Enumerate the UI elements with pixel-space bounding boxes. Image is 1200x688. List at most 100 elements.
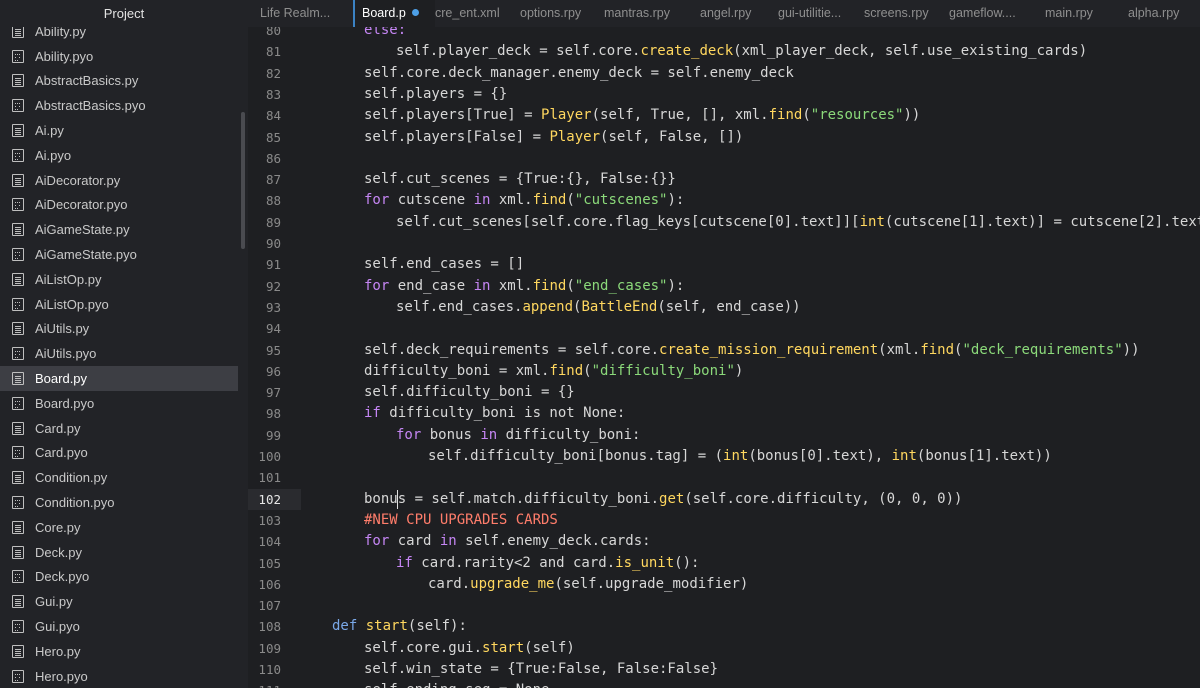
line-number-gutter: 80 81 82 83 84 85 86 87 88 89 90 91 92 93 94 95 96 97 98 99… <box>248 27 302 688</box>
file-item[interactable]: AiDecorator.py <box>0 168 238 193</box>
file-name: AbstractBasics.pyo <box>35 98 146 114</box>
editor-tab[interactable]: main.rpy <box>1045 0 1101 27</box>
file-item[interactable]: Ai.pyo <box>0 143 238 168</box>
binary-file-icon <box>12 669 24 683</box>
binary-file-icon <box>12 396 24 410</box>
file-name: AiGameState.py <box>35 222 130 238</box>
file-name: Gui.pyo <box>35 619 80 635</box>
file-item[interactable]: AiGameState.pyo <box>0 242 238 267</box>
file-item[interactable]: Ai.py <box>0 118 238 143</box>
code-line: self.ending_seq = None <box>364 680 549 688</box>
line-number: 102 <box>258 491 281 507</box>
binary-file-icon <box>12 198 24 212</box>
code-token: (cutscene[1].text)] = cutscene[2].text <box>884 213 1200 230</box>
code-token: find <box>549 362 584 379</box>
file-item[interactable]: AiGameState.py <box>0 217 238 242</box>
file-item[interactable]: Hero.py <box>0 639 238 664</box>
code-token: get <box>659 490 685 507</box>
editor-tab[interactable]: screens.rpy <box>864 0 930 27</box>
line-number: 99 <box>265 427 281 443</box>
text-file-icon <box>12 74 24 88</box>
editor-tab[interactable]: Board.p <box>353 0 435 27</box>
code-token: append <box>522 298 574 315</box>
file-item[interactable]: AiListOp.pyo <box>0 292 238 317</box>
editor-tab[interactable]: options.rpy <box>520 0 588 27</box>
code-token: (self, False, []) <box>600 128 744 145</box>
text-file-icon <box>12 595 24 609</box>
line-number: 98 <box>265 406 281 422</box>
editor-tab[interactable]: cre_ent.xml <box>435 0 505 27</box>
code-line: for end_case in xml.find("end_cases"): <box>364 276 684 297</box>
file-item[interactable]: Hero.pyo <box>0 664 238 688</box>
code-token: ): <box>667 277 685 294</box>
code-line: self.end_cases.append(BattleEnd(self, en… <box>396 297 801 318</box>
binary-file-icon <box>12 248 24 262</box>
line-number: 96 <box>265 363 281 379</box>
binary-file-icon <box>12 570 24 584</box>
code-token: start <box>482 639 525 656</box>
code-token: self.cut_scenes = {True:{}, False:{}} <box>364 171 676 188</box>
file-name: Deck.py <box>35 544 82 560</box>
file-item[interactable]: AiDecorator.pyo <box>0 193 238 218</box>
editor-tab[interactable]: gui-utilitie... <box>778 0 850 27</box>
code-token: upgrade_me <box>470 575 555 592</box>
file-item[interactable]: Condition.pyo <box>0 490 238 515</box>
file-item[interactable]: AiUtils.pyo <box>0 341 238 366</box>
file-item[interactable]: Condition.py <box>0 465 238 490</box>
code-token: int <box>723 448 749 464</box>
code-token: difficulty_boni = xml. <box>364 362 550 379</box>
file-item[interactable]: Gui.py <box>0 589 238 614</box>
file-item[interactable]: Gui.pyo <box>0 614 238 639</box>
line-number: 108 <box>258 619 281 635</box>
file-name: Card.py <box>35 420 81 436</box>
editor-tab[interactable]: Life Realm... <box>260 0 332 27</box>
line-number: 111 <box>248 680 281 688</box>
code-token: int <box>859 213 885 230</box>
file-item[interactable]: Board.pyo <box>0 391 238 416</box>
code-token: for <box>364 533 390 550</box>
editor-tab[interactable]: angel.rpy <box>700 0 756 27</box>
code-token: xml. <box>490 192 533 209</box>
file-item[interactable]: AiListOp.py <box>0 267 238 292</box>
code-token: xml. <box>490 277 533 294</box>
code-token: self.players[True] = <box>364 107 542 124</box>
file-item[interactable]: Card.pyo <box>0 441 238 466</box>
file-name: Condition.pyo <box>35 495 115 511</box>
code-token: def <box>332 618 358 635</box>
tab-label: gui-utilitie... <box>778 6 842 20</box>
code-token: start <box>365 618 408 635</box>
line-number: 97 <box>265 385 281 401</box>
file-item[interactable]: Card.py <box>0 416 238 441</box>
editor-tab[interactable]: mantras.rpy <box>604 0 676 27</box>
code-editor[interactable]: 80 81 82 83 84 85 86 87 88 89 90 91 92 93 94 95 96 97 98 99… <box>248 27 1200 688</box>
file-item[interactable]: Deck.pyo <box>0 565 238 590</box>
code-line: self.players = {} <box>364 84 507 105</box>
sidebar-scrollbar[interactable] <box>241 112 245 249</box>
editor-tab[interactable]: alpha.rpy <box>1128 0 1188 27</box>
code-line: self.end_cases = [] <box>364 254 524 275</box>
code-token: create_deck <box>640 43 734 60</box>
file-item[interactable]: Ability.pyo <box>0 44 238 69</box>
file-item[interactable]: AbstractBasics.py <box>0 69 238 94</box>
code-token: (bonus[0].text), <box>748 448 892 464</box>
line-number: 101 <box>258 470 281 486</box>
file-item[interactable]: Core.py <box>0 515 238 540</box>
code-token: (self, True, [], xml. <box>591 107 769 124</box>
file-item[interactable]: AbstractBasics.pyo <box>0 93 238 118</box>
line-number: 82 <box>265 65 281 81</box>
file-item[interactable]: AiUtils.py <box>0 317 238 342</box>
code-line: for cutscene in xml.find("cutscenes"): <box>364 190 684 211</box>
editor-tab[interactable]: gameflow.... <box>949 0 1019 27</box>
file-item[interactable]: Deck.py <box>0 540 238 565</box>
code-token: find <box>920 341 955 358</box>
code-line: self.players[False] = Player(self, False… <box>364 127 743 148</box>
file-item[interactable]: Board.py <box>0 366 238 391</box>
text-file-icon <box>12 322 24 336</box>
text-file-icon <box>12 421 24 435</box>
line-number: 91 <box>265 257 281 273</box>
line-number: 89 <box>265 214 281 230</box>
file-name: Ai.pyo <box>35 147 72 163</box>
file-name: AiListOp.py <box>35 271 102 287</box>
code-token: "end_cases" <box>574 277 668 294</box>
tab-label: options.rpy <box>520 6 582 20</box>
